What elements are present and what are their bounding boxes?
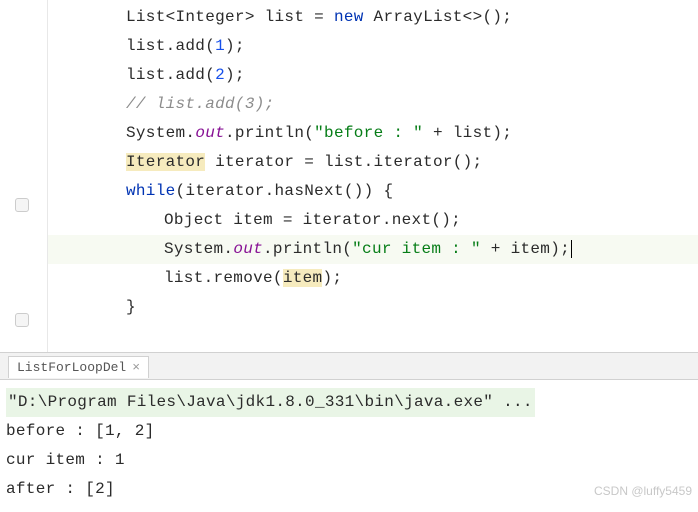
code-text: ); bbox=[225, 37, 245, 55]
code-line[interactable]: // list.add(3); bbox=[48, 90, 698, 119]
keyword-new: new bbox=[334, 8, 364, 26]
code-line[interactable]: list.remove(item); bbox=[48, 264, 698, 293]
run-tabs-bar: ListForLoopDel × bbox=[0, 352, 698, 380]
code-text: System. bbox=[164, 240, 233, 258]
code-text: list.add( bbox=[126, 66, 215, 84]
string-literal: "before : " bbox=[314, 124, 423, 142]
comment: // list.add(3); bbox=[126, 95, 275, 113]
code-line[interactable]: list.add(2); bbox=[48, 61, 698, 90]
code-text: System. bbox=[126, 124, 195, 142]
code-text: .println( bbox=[263, 240, 352, 258]
code-line[interactable]: while(iterator.hasNext()) { bbox=[48, 177, 698, 206]
static-field-out: out bbox=[195, 124, 225, 142]
code-line-current[interactable]: System.out.println("cur item : " + item)… bbox=[48, 235, 698, 264]
code-text: + list); bbox=[423, 124, 512, 142]
fold-marker[interactable] bbox=[15, 313, 29, 327]
number-literal: 2 bbox=[215, 66, 225, 84]
console-command-text: "D:\Program Files\Java\jdk1.8.0_331\bin\… bbox=[6, 388, 535, 417]
code-text: list.remove( bbox=[164, 269, 283, 287]
number-literal: 1 bbox=[215, 37, 225, 55]
watermark: CSDN @luffy5459 bbox=[594, 484, 692, 498]
warning-highlight-item: item bbox=[283, 269, 323, 287]
code-line[interactable]: Iterator iterator = list.iterator(); bbox=[48, 148, 698, 177]
code-text: Object item = iterator.next(); bbox=[164, 211, 461, 229]
code-text: + item); bbox=[481, 240, 570, 258]
console-line-command: "D:\Program Files\Java\jdk1.8.0_331\bin\… bbox=[6, 388, 692, 417]
code-text: ); bbox=[322, 269, 342, 287]
string-literal: "cur item : " bbox=[352, 240, 481, 258]
code-text: } bbox=[126, 298, 136, 316]
close-icon[interactable]: × bbox=[132, 360, 140, 375]
code-editor[interactable]: List<Integer> list = new ArrayList<>(); … bbox=[0, 0, 698, 352]
static-field-out: out bbox=[233, 240, 263, 258]
code-text: ); bbox=[225, 66, 245, 84]
code-text: List<Integer> list = bbox=[126, 8, 334, 26]
console-line: before : [1, 2] bbox=[6, 417, 692, 446]
code-line[interactable]: System.out.println("before : " + list); bbox=[48, 119, 698, 148]
run-tab-listforloopdel[interactable]: ListForLoopDel × bbox=[8, 356, 149, 378]
console-line: cur item : 1 bbox=[6, 446, 692, 475]
code-text: iterator = list.iterator(); bbox=[205, 153, 482, 171]
text-cursor bbox=[571, 240, 572, 258]
warning-highlight-iterator: Iterator bbox=[126, 153, 205, 171]
fold-marker[interactable] bbox=[15, 198, 29, 212]
code-text: ArrayList<>(); bbox=[364, 8, 513, 26]
code-text: (iterator.hasNext()) { bbox=[176, 182, 394, 200]
keyword-while: while bbox=[126, 182, 176, 200]
code-line[interactable]: list.add(1); bbox=[48, 32, 698, 61]
code-text: .println( bbox=[225, 124, 314, 142]
editor-gutter bbox=[0, 0, 48, 352]
code-text: list.add( bbox=[126, 37, 215, 55]
code-line[interactable]: Object item = iterator.next(); bbox=[48, 206, 698, 235]
tab-label: ListForLoopDel bbox=[17, 360, 126, 375]
code-line[interactable]: List<Integer> list = new ArrayList<>(); bbox=[48, 3, 698, 32]
code-line[interactable]: } bbox=[48, 293, 698, 322]
